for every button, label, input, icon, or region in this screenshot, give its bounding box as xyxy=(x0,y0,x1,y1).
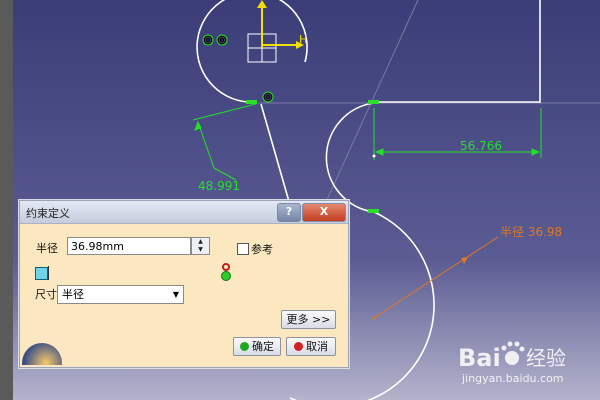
cancel-label: 取消 xyxy=(306,340,328,353)
dialog-title: 约束定义 xyxy=(26,207,70,220)
green-dot-icon xyxy=(240,342,249,351)
svg-text:经验: 经验 xyxy=(526,346,566,370)
lock-icon[interactable] xyxy=(222,263,230,271)
radius-input[interactable]: 36.98mm xyxy=(67,237,191,255)
green-status-icon xyxy=(221,271,231,281)
help-button[interactable]: ? xyxy=(277,203,301,222)
dimension-label: 尺寸 xyxy=(35,288,57,301)
ok-label: 确定 xyxy=(252,340,274,353)
dimension-type-value: 半径 xyxy=(62,288,84,301)
red-dot-icon xyxy=(294,342,303,351)
more-button[interactable]: 更多 >> xyxy=(281,310,336,329)
svg-text:Bai: Bai xyxy=(458,344,501,372)
reference-label: 参考 xyxy=(251,243,273,256)
radius-label: 半径 xyxy=(36,242,58,255)
left-toolbar-edge xyxy=(0,0,13,400)
globe-decoration-icon xyxy=(22,343,62,365)
cancel-button[interactable]: 取消 xyxy=(286,337,336,356)
reference-checkbox[interactable] xyxy=(237,243,249,255)
dimension-56-value: 56.766 xyxy=(460,139,502,153)
dimension-type-select[interactable]: 半径 ▼ xyxy=(57,285,184,304)
dimension-48-value: 48.991 xyxy=(198,179,240,193)
arc-center-point xyxy=(372,316,376,320)
dimension-icon xyxy=(35,267,48,280)
close-button[interactable]: X xyxy=(302,203,346,222)
chevron-down-icon: ▼ xyxy=(172,290,179,299)
dimension-marker-icon xyxy=(48,266,49,280)
ok-button[interactable]: 确定 xyxy=(233,337,281,356)
radius-spinner[interactable]: ▲ ▼ xyxy=(191,237,210,255)
dialog-titlebar[interactable]: 约束定义 ? X xyxy=(20,201,348,224)
svg-text:jingyan.baidu.com: jingyan.baidu.com xyxy=(461,372,564,385)
constraint-definition-dialog: 约束定义 ? X 半径 36.98mm ▲ ▼ 参考 尺寸 半径 ▼ 更多 >>… xyxy=(19,200,349,368)
spin-up-icon: ▲ xyxy=(198,238,203,245)
h-axis-label: H xyxy=(299,33,307,46)
spin-down-icon: ▼ xyxy=(198,246,203,253)
point xyxy=(372,154,376,158)
radius-dimension-value: 半径 36.98 xyxy=(500,225,562,239)
